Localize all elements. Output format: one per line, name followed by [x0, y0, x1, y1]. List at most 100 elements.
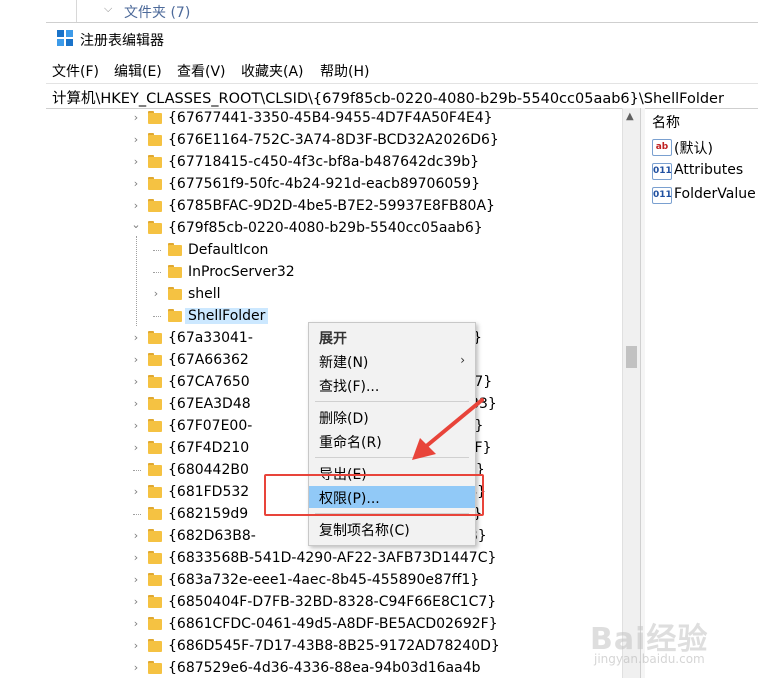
watermark-subtext: jingyan.baidu.com	[594, 652, 705, 666]
tree-scrollbar[interactable]: ▲	[622, 108, 640, 678]
folder-icon	[148, 155, 162, 168]
folder-icon	[148, 573, 162, 586]
chevron-down-icon[interactable]: ⌵	[104, 2, 112, 16]
folder-icon	[148, 441, 162, 454]
value-name: Attributes	[674, 162, 744, 178]
chevron-right-icon[interactable]: ›	[130, 178, 142, 190]
tree-row-label[interactable]: {6850404F-D7FB-32BD-8328-C94F66E8C1C7}	[168, 594, 496, 610]
tree-row-label[interactable]: {687529e6-4d36-4336-88ea-94b03d16aa4b	[168, 660, 481, 676]
menu-help[interactable]: 帮助(H)	[320, 61, 369, 81]
tree-row[interactable]: InProcServer32	[46, 262, 622, 284]
tree-row[interactable]: › {686D545F-7D17-43B8-8B25-9172AD78240D}	[46, 636, 622, 658]
tree-row-label[interactable]: {6861CFDC-0461-49d5-A8DF-BE5ACD02692F}	[168, 616, 498, 632]
tree-row-label[interactable]: {67F4D210	[168, 440, 249, 456]
tree-row[interactable]: › {6861CFDC-0461-49d5-A8DF-BE5ACD02692F}	[46, 614, 622, 636]
chevron-right-icon[interactable]: ›	[130, 200, 142, 212]
folder-icon	[148, 551, 162, 564]
context-menu-item-label: 重命名(R)	[319, 435, 382, 451]
context-menu-item[interactable]: 新建(N) ›	[309, 350, 475, 372]
tree-row[interactable]: DefaultIcon	[46, 240, 622, 262]
menu-edit[interactable]: 编辑(E)	[114, 61, 162, 81]
scroll-up-arrow-icon[interactable]: ▲	[626, 111, 634, 122]
chevron-right-icon[interactable]: ›	[130, 420, 142, 432]
address-bar[interactable]: 计算机\HKEY_CLASSES_ROOT\CLSID\{679f85cb-02…	[46, 83, 758, 109]
chevron-right-icon[interactable]: ›	[130, 530, 142, 542]
folder-icon	[148, 111, 162, 124]
tree-row[interactable]: › {67677441-3350-45B4-9455-4D7F4A50F4E4}	[46, 108, 622, 130]
context-menu-item[interactable]: 查找(F)...	[309, 374, 475, 396]
tree-row[interactable]: › {6833568B-541D-4290-AF22-3AFB73D1447C}	[46, 548, 622, 570]
tree-row-label[interactable]: {67718415-c450-4f3c-bf8a-b487642dc39b}	[168, 154, 479, 170]
context-menu-item[interactable]: 复制项名称(C)	[309, 518, 475, 540]
tree-row-label[interactable]: {6833568B-541D-4290-AF22-3AFB73D1447C}	[168, 550, 496, 566]
scroll-thumb[interactable]	[626, 346, 637, 368]
chevron-right-icon[interactable]: ›	[130, 442, 142, 454]
tree-row[interactable]: › {67718415-c450-4f3c-bf8a-b487642dc39b}	[46, 152, 622, 174]
tree-row-label[interactable]: shell	[188, 286, 221, 302]
tree-row-label[interactable]: {676E1164-752C-3A74-8D3F-BCD32A2026D6}	[168, 132, 499, 148]
menu-bar: 文件(F) 编辑(E) 查看(V) 收藏夹(A) 帮助(H)	[46, 58, 758, 82]
tree-row-label[interactable]: {679f85cb-0220-4080-b29b-5540cc05aab6}	[168, 220, 483, 236]
tree-row-label[interactable]: {682D63B8-	[168, 528, 256, 544]
chevron-right-icon[interactable]: ›	[130, 596, 142, 608]
chevron-right-icon[interactable]: ›	[130, 134, 142, 146]
chevron-down-icon[interactable]: ⌄	[130, 219, 142, 231]
tree-connector	[133, 514, 141, 515]
value-name: FolderValue	[674, 186, 756, 202]
tree-row[interactable]: › {683a732e-eee1-4aec-8b45-455890e87ff1}	[46, 570, 622, 592]
chevron-right-icon[interactable]: ›	[130, 618, 142, 630]
menu-file[interactable]: 文件(F)	[52, 61, 99, 81]
tree-row-label[interactable]: InProcServer32	[188, 264, 295, 280]
tree-row-label[interactable]: {6785BFAC-9D2D-4be5-B7E2-59937E8FB80A}	[168, 198, 495, 214]
tree-row-label[interactable]: {677561f9-50fc-4b24-921d-eacb89706059}	[168, 176, 480, 192]
tree-row-label[interactable]: {686D545F-7D17-43B8-8B25-9172AD78240D}	[168, 638, 500, 654]
chevron-right-icon[interactable]: ›	[130, 486, 142, 498]
address-path[interactable]: 计算机\HKEY_CLASSES_ROOT\CLSID\{679f85cb-02…	[52, 87, 724, 108]
tree-row[interactable]: ⌄ {679f85cb-0220-4080-b29b-5540cc05aab6}	[46, 218, 622, 240]
chevron-right-icon[interactable]: ›	[130, 376, 142, 388]
folder-icon	[148, 221, 162, 234]
chevron-right-icon[interactable]: ›	[130, 332, 142, 344]
menu-favorites[interactable]: 收藏夹(A)	[241, 61, 304, 81]
tree-row-label[interactable]: {67677441-3350-45B4-9455-4D7F4A50F4E4}	[168, 110, 493, 126]
chevron-right-icon[interactable]: ›	[130, 574, 142, 586]
tree-row-label[interactable]: {67a33041-	[168, 330, 253, 346]
folder-icon	[148, 507, 162, 520]
tree-row-label[interactable]: {67F07E00-	[168, 418, 252, 434]
tree-row[interactable]: › {676E1164-752C-3A74-8D3F-BCD32A2026D6}	[46, 130, 622, 152]
tree-row-label[interactable]: {681FD532	[168, 484, 249, 500]
folder-icon	[168, 287, 182, 300]
tree-row-label[interactable]: {683a732e-eee1-4aec-8b45-455890e87ff1}	[168, 572, 479, 588]
chevron-right-icon[interactable]: ›	[130, 552, 142, 564]
binary-value-icon: 011	[652, 163, 672, 180]
tree-row-label[interactable]: {67A66362	[168, 352, 249, 368]
tree-row-label[interactable]: {682159d9	[168, 506, 248, 522]
value-name: (默认)	[674, 141, 713, 157]
column-header-name[interactable]: 名称	[652, 112, 680, 132]
tree-row[interactable]: › {6785BFAC-9D2D-4be5-B7E2-59937E8FB80A}	[46, 196, 622, 218]
chevron-right-icon[interactable]: ›	[150, 288, 162, 300]
chevron-right-icon[interactable]: ›	[130, 640, 142, 652]
tree-row[interactable]: › shell	[46, 284, 622, 306]
tree-row-label[interactable]: {67CA7650	[168, 374, 250, 390]
tree-row[interactable]: › {687529e6-4d36-4336-88ea-94b03d16aa4b	[46, 658, 622, 678]
chevron-right-icon[interactable]: ›	[130, 112, 142, 124]
tree-row-label[interactable]: {680442B0	[168, 462, 249, 478]
tree-row-label[interactable]: {67EA3D48	[168, 396, 251, 412]
chevron-right-icon[interactable]: ›	[130, 398, 142, 410]
folder-icon	[148, 177, 162, 190]
chevron-right-icon[interactable]: ›	[130, 662, 142, 674]
tree-row[interactable]: › {677561f9-50fc-4b24-921d-eacb89706059}	[46, 174, 622, 196]
chevron-right-icon[interactable]: ›	[130, 354, 142, 366]
folder-icon	[148, 133, 162, 146]
menu-view[interactable]: 查看(V)	[177, 61, 226, 81]
background-explorer-fragment: ⌵ 文件夹 (7)	[46, 0, 758, 22]
folder-icon	[148, 529, 162, 542]
tree-row-label[interactable]: DefaultIcon	[188, 242, 268, 258]
values-pane[interactable]: 名称 ab (默认) 011 Attributes 011 FolderValue	[644, 108, 758, 678]
chevron-right-icon[interactable]: ›	[130, 156, 142, 168]
tree-row-label[interactable]: ShellFolder	[185, 308, 269, 324]
tree-row[interactable]: › {6850404F-D7FB-32BD-8328-C94F66E8C1C7}	[46, 592, 622, 614]
context-menu-item[interactable]: 展开	[309, 326, 475, 348]
folder-icon	[148, 463, 162, 476]
